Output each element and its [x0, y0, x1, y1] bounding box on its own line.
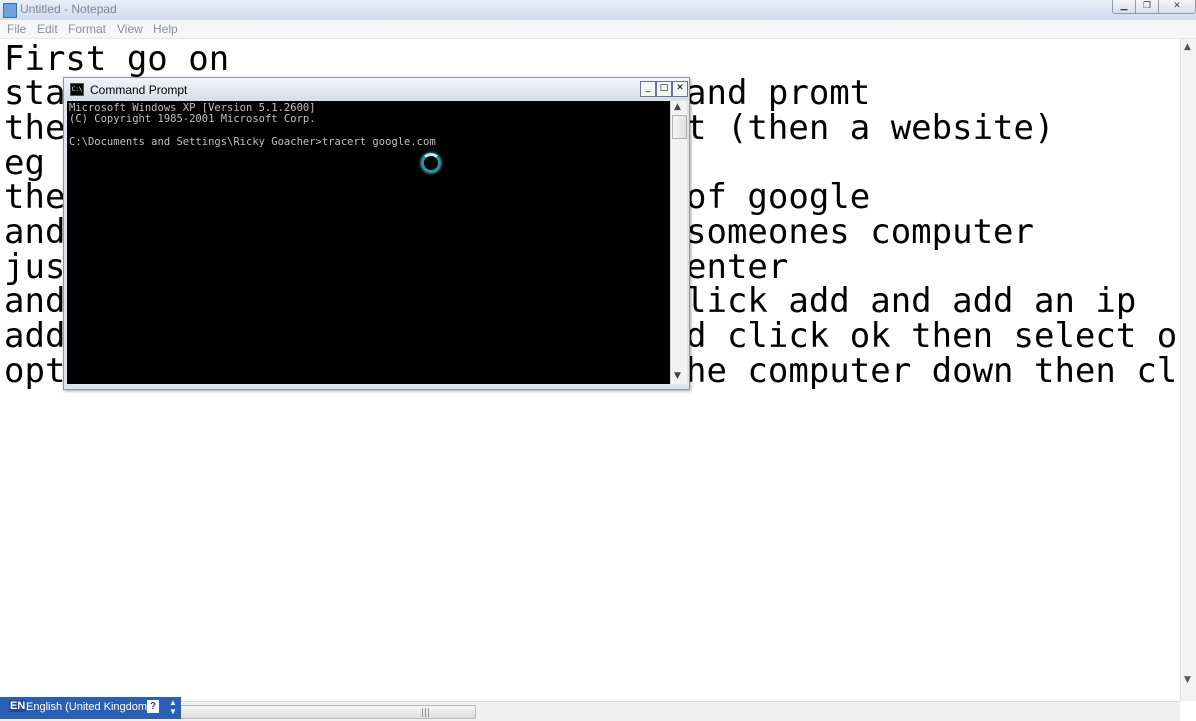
cmd-vertical-scrollbar[interactable]: ▲ ▼ — [670, 101, 687, 384]
notepad-icon — [3, 3, 17, 18]
language-code[interactable]: EN — [9, 700, 27, 712]
text-line-3-left: the — [4, 108, 66, 148]
menu-file[interactable]: File — [7, 22, 26, 36]
minimize-icon: _ — [645, 83, 651, 93]
text-line-8-right: lick add and add an ip — [686, 281, 1137, 321]
grip-icon: ||| — [421, 708, 431, 718]
menu-edit[interactable]: Edit — [37, 22, 58, 36]
cmd-scroll-up-arrow-icon[interactable]: ▲ — [674, 102, 681, 112]
cmd-icon: C:\ — [70, 83, 84, 96]
language-name[interactable]: English (United Kingdom) — [26, 701, 151, 713]
menu-format[interactable]: Format — [68, 22, 106, 36]
text-line-10-right: he computer down then cl — [686, 351, 1178, 391]
command-prompt-title: Command Prompt — [90, 83, 188, 97]
text-line-9-left: add — [4, 316, 66, 356]
scroll-down-arrow-icon[interactable]: ▼ — [1184, 675, 1191, 685]
language-bar[interactable]: EN English (United Kingdom) ? ▲ ▼ — [0, 697, 181, 719]
notepad-menubar: File Edit Format View Help — [0, 20, 1196, 39]
text-line-2-left: sta — [4, 73, 66, 113]
help-icon[interactable]: ? — [147, 700, 159, 713]
maximize-icon: ❐ — [1142, 1, 1152, 11]
close-icon: ✕ — [676, 83, 684, 93]
cmd-scroll-thumb[interactable] — [672, 115, 687, 139]
text-line-6-right: someones computer — [686, 212, 1034, 252]
text-line-4-left: eg — [4, 143, 45, 183]
notepad-titlebar[interactable]: Untitled - Notepad ▁ ❐ ✕ — [0, 0, 1196, 21]
command-prompt-titlebar[interactable]: C:\ Command Prompt _ □ ✕ — [64, 78, 689, 100]
notepad-minimize-button[interactable]: ▁ — [1112, 0, 1136, 14]
busy-spinner-icon — [421, 153, 441, 173]
notepad-maximize-button[interactable]: ❐ — [1135, 0, 1159, 14]
close-icon: ✕ — [1173, 1, 1181, 11]
menu-view[interactable]: View — [117, 22, 143, 36]
scroll-up-arrow-icon[interactable]: ▲ — [1184, 42, 1191, 52]
language-options-icon[interactable]: ▲ ▼ — [169, 698, 177, 716]
text-line-10-left: opt — [4, 351, 66, 391]
text-line-5-left: the — [4, 177, 66, 217]
command-prompt-console[interactable]: Microsoft Windows XP [Version 5.1.2600] … — [67, 101, 670, 384]
text-line-6-left: and — [4, 212, 66, 252]
maximize-icon: □ — [659, 83, 669, 93]
cmd-minimize-button[interactable]: _ — [640, 81, 656, 97]
text-line-3-right: t (then a website) — [686, 108, 1055, 148]
cmd-maximize-button[interactable]: □ — [656, 81, 672, 97]
command-prompt-window[interactable]: C:\ Command Prompt _ □ ✕ Microsoft Windo… — [63, 77, 690, 390]
horizontal-scroll-thumb[interactable]: ||| — [180, 705, 476, 719]
minimize-icon: ▁ — [1120, 1, 1128, 11]
console-line-command: C:\Documents and Settings\Ricky Goacher>… — [69, 136, 436, 148]
menu-help[interactable]: Help — [153, 22, 178, 36]
text-line-2-right: and promt — [686, 73, 871, 113]
notepad-window-title: Untitled - Notepad — [20, 2, 117, 16]
text-line-1-left: First go on — [4, 39, 230, 79]
text-line-5-right: of google — [686, 177, 871, 217]
console-line-copyright: (C) Copyright 1985-2001 Microsoft Corp. — [69, 113, 316, 125]
text-line-8-left: and — [4, 281, 66, 321]
text-line-7-left: jus — [4, 247, 66, 287]
text-line-7-right: enter — [686, 247, 789, 287]
notepad-vertical-scrollbar[interactable]: ▲ ▼ — [1180, 39, 1196, 701]
cmd-close-button[interactable]: ✕ — [672, 81, 688, 97]
notepad-close-button[interactable]: ✕ — [1158, 0, 1196, 14]
cmd-scroll-down-arrow-icon[interactable]: ▼ — [674, 371, 681, 381]
text-line-9-right: d click ok then select o — [686, 316, 1178, 356]
